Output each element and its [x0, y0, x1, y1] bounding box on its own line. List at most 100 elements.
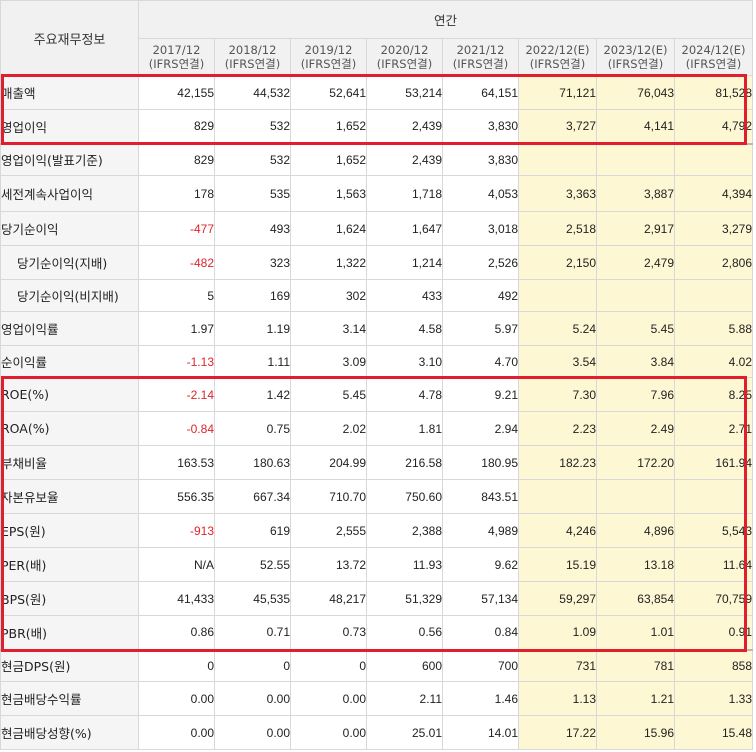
value-cell: 9.62	[442, 547, 519, 582]
value-cell: -2.14	[138, 377, 215, 412]
value-cell: 492	[442, 279, 519, 312]
basis-label: (IFRS연결)	[224, 56, 281, 71]
value-cell: 182.23	[518, 445, 597, 480]
value-cell: 3.14	[290, 311, 367, 346]
row-label: 영업이익(발표기준)	[0, 142, 139, 176]
value-cell: -0.84	[138, 411, 215, 446]
value-cell: 4,053	[442, 175, 519, 212]
value-cell: 1,718	[366, 175, 443, 212]
table-body: 매출액 42,155 44,532 52,641 53,214 64,151 71,121 7…	[0, 75, 754, 750]
table-row: 당기순이익(지배) -482 323 1,322 1,214 2,526 2,150 2,47…	[0, 245, 754, 280]
value-cell: 843.51	[442, 479, 519, 514]
value-cell: 52.55	[214, 547, 291, 582]
value-cell: 2,439	[366, 142, 443, 176]
table-row: 세전계속사업이익 178 535 1,563 1,718 4,053 3,363 3,887 4…	[0, 175, 754, 212]
value-cell: 0.73	[290, 615, 367, 650]
value-cell: 2.71	[673, 411, 754, 446]
row-label: PER(배)	[0, 547, 139, 582]
value-cell: 535	[214, 175, 291, 212]
value-cell	[673, 479, 754, 514]
year-label: 2020/12	[380, 42, 429, 57]
value-cell: 600	[366, 648, 443, 682]
value-cell: 4,246	[518, 513, 597, 548]
table-row: 현금DPS(원) 0 0 0 600 700 731 781 858	[0, 648, 754, 682]
basis-label: (IFRS연결)	[376, 56, 433, 71]
value-cell: 2,555	[290, 513, 367, 548]
value-cell: 4,141	[596, 109, 675, 144]
table-row: PBR(배) 0.86 0.71 0.73 0.56 0.84 1.09 1.01 0.91	[0, 615, 754, 650]
value-cell: 52,641	[290, 75, 367, 110]
value-cell: 619	[214, 513, 291, 548]
value-cell: 3,279	[673, 211, 754, 246]
value-cell: 3,363	[518, 175, 597, 212]
row-label: BPS(원)	[0, 581, 139, 616]
value-cell: 532	[214, 109, 291, 144]
year-header: 2021/12 (IFRS연결)	[442, 37, 519, 76]
row-label: 영업이익	[0, 109, 139, 144]
value-cell: 750.60	[366, 479, 443, 514]
value-cell: 433	[366, 279, 443, 312]
value-cell: 13.18	[596, 547, 675, 582]
value-cell: 5.97	[442, 311, 519, 346]
value-cell: N/A	[138, 547, 215, 582]
value-cell: 1,214	[366, 245, 443, 280]
value-cell: 1.81	[366, 411, 443, 446]
value-cell: 172.20	[596, 445, 675, 480]
value-cell: 17.22	[518, 715, 597, 750]
value-cell: 858	[673, 648, 754, 682]
table-row: PER(배) N/A 52.55 13.72 11.93 9.62 15.19 13.18 11…	[0, 547, 754, 582]
table-row: 영업이익률 1.97 1.19 3.14 4.58 5.97 5.24 5.45 5.88	[0, 311, 754, 346]
value-cell: 0	[138, 648, 215, 682]
value-cell: 731	[518, 648, 597, 682]
value-cell	[673, 279, 754, 312]
value-cell: 3.09	[290, 345, 367, 378]
row-label: 자본유보율	[0, 479, 139, 514]
value-cell: 3.10	[366, 345, 443, 378]
value-cell: 1.19	[214, 311, 291, 346]
value-cell: 1.46	[442, 681, 519, 716]
row-label: EPS(원)	[0, 513, 139, 548]
value-cell: 1,563	[290, 175, 367, 212]
value-cell: 829	[138, 109, 215, 144]
value-cell: 9.21	[442, 377, 519, 412]
value-cell: 1,647	[366, 211, 443, 246]
value-cell: 4,792	[673, 109, 754, 144]
row-label: 당기순이익(지배)	[0, 245, 139, 280]
value-cell	[596, 142, 675, 176]
basis-label: (IFRS연결)	[529, 56, 586, 71]
row-label: 영업이익률	[0, 311, 139, 346]
value-cell: 323	[214, 245, 291, 280]
table-row: 당기순이익 -477 493 1,624 1,647 3,018 2,518 2,917 3,2…	[0, 211, 754, 246]
value-cell: 51,329	[366, 581, 443, 616]
value-cell: 11.64	[673, 547, 754, 582]
value-cell: -482	[138, 245, 215, 280]
value-cell: 3,727	[518, 109, 597, 144]
value-cell	[596, 279, 675, 312]
value-cell: 15.96	[596, 715, 675, 750]
value-cell: 7.30	[518, 377, 597, 412]
value-cell: 8.25	[673, 377, 754, 412]
table-row: 영업이익 829 532 1,652 2,439 3,830 3,727 4,141 4,792	[0, 109, 754, 144]
value-cell: -913	[138, 513, 215, 548]
value-cell: 5.88	[673, 311, 754, 346]
row-label: 부채비율	[0, 445, 139, 480]
value-cell: 76,043	[596, 75, 675, 110]
value-cell: 1.09	[518, 615, 597, 650]
value-cell: 178	[138, 175, 215, 212]
table-row: 당기순이익(비지배) 5 169 302 433 492	[0, 279, 754, 312]
table-row: EPS(원) -913 619 2,555 2,388 4,989 4,246 4,896 5,…	[0, 513, 754, 548]
basis-label: (IFRS연결)	[452, 56, 509, 71]
basis-label: (IFRS연결)	[607, 56, 664, 71]
value-cell: 45,535	[214, 581, 291, 616]
table-row: 현금배당성향(%) 0.00 0.00 0.00 25.01 14.01 17.22 15.9…	[0, 715, 754, 750]
row-label: 현금DPS(원)	[0, 648, 139, 682]
value-cell: 5.45	[290, 377, 367, 412]
year-header: 2023/12(E) (IFRS연결)	[596, 37, 675, 76]
year-header: 2022/12(E) (IFRS연결)	[518, 37, 597, 76]
year-header: 2019/12 (IFRS연결)	[290, 37, 367, 76]
value-cell: 163.53	[138, 445, 215, 480]
value-cell: 1.33	[673, 681, 754, 716]
value-cell: 64,151	[442, 75, 519, 110]
value-cell: 180.63	[214, 445, 291, 480]
value-cell: 204.99	[290, 445, 367, 480]
